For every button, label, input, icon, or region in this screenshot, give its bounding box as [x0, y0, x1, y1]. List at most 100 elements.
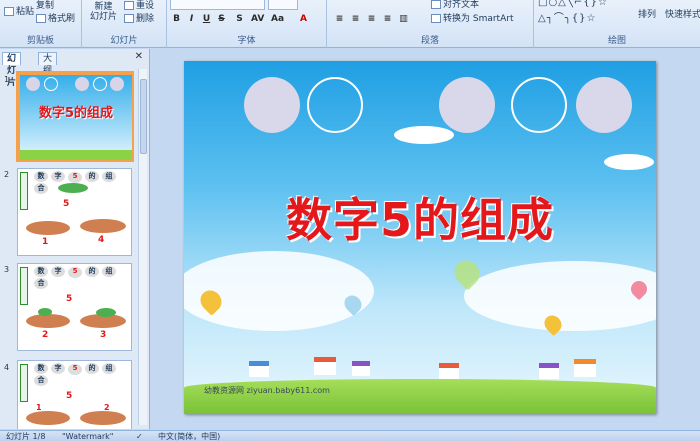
current-slide[interactable]: 数字5的组成 幼教资源网 ziyuan.baby611.com: [184, 61, 656, 414]
placeholder-circle: [511, 77, 567, 133]
new-slide-button[interactable]: 新建 幻灯片: [90, 2, 117, 22]
thumb-header-char: 数: [34, 266, 48, 277]
delete-icon: [124, 14, 134, 23]
thumb-circle: [75, 77, 89, 91]
thumb-circle: [26, 77, 40, 91]
placeholder-circle: [244, 77, 300, 133]
arrange-button[interactable]: 排列: [638, 7, 656, 20]
thumb-grapes: [96, 308, 116, 317]
shadow-icon[interactable]: S: [233, 13, 246, 25]
theme-name: "Watermark": [62, 432, 114, 441]
thumb-number: 4: [4, 363, 10, 372]
thumb-plate-left: [26, 314, 70, 328]
placeholder-circle: [307, 77, 363, 133]
thumb-center-number: 5: [66, 391, 73, 401]
char-spacing-icon[interactable]: AV: [251, 13, 264, 25]
reset-button[interactable]: 重设: [124, 0, 154, 11]
delete-button[interactable]: 删除: [124, 11, 154, 24]
thumb-center-number: 5: [66, 294, 73, 304]
shapes-gallery-row2[interactable]: △┐⌒╮{}☆: [538, 9, 596, 24]
thumb-sidebar-box: [20, 267, 28, 305]
thumb-header-char: 的: [85, 171, 99, 182]
thumb-1-canvas: 数字5的组成: [20, 75, 132, 160]
font-group-label: 字体: [237, 36, 256, 46]
thumb-header-char: 5: [68, 364, 82, 375]
paragraph-group: 对齐文本 转换为 SmartArt ≡ ≡ ≡ ≡ ▥ 段落: [327, 0, 534, 48]
cloud: [604, 154, 654, 170]
thumb-header-char: 组: [102, 266, 116, 277]
font-color-icon[interactable]: A: [297, 13, 310, 25]
slide-thumb-1[interactable]: 数字5的组成: [16, 71, 134, 162]
thumb-left-number: 1: [42, 237, 49, 247]
shapes-gallery-icon: □○△╲⌐{}☆: [538, 0, 608, 8]
slide-thumb-3[interactable]: 数字 5 的组合 5 2 3: [17, 263, 132, 351]
slide-thumb-2[interactable]: 数字 5 的组合 5 1 4: [17, 168, 132, 256]
copy-button[interactable]: 复制: [36, 0, 54, 11]
align-right-icon[interactable]: ≡: [365, 13, 378, 25]
italic-icon[interactable]: I: [185, 13, 198, 25]
thumb-number: 2: [4, 170, 10, 179]
slides-panel: 幻灯片 大纲 ✕ 1 数字5的组成 2 数字5的组合 5 1 4 3 数: [0, 49, 150, 429]
thumb-sidebar-box: [20, 364, 28, 402]
strikethrough-icon[interactable]: S: [215, 13, 228, 25]
align-left-icon[interactable]: ≡: [333, 13, 346, 25]
thumb-left-number: 2: [42, 330, 49, 340]
thumb-header-char: 的: [85, 363, 99, 374]
thumb-number: 1: [4, 75, 10, 84]
thumb-grapes: [58, 183, 88, 193]
panel-scrollbar[interactable]: [138, 69, 147, 425]
house: [539, 363, 559, 379]
align-text-button[interactable]: 对齐文本: [431, 0, 479, 10]
thumb-grass: [20, 150, 132, 160]
underline-icon[interactable]: U: [200, 13, 213, 25]
watermark-text: 幼教资源网 ziyuan.baby611.com: [204, 386, 330, 395]
thumb-sidebar-box: [20, 172, 28, 210]
format-painter-button[interactable]: 格式刷: [36, 11, 75, 24]
panel-scroll-thumb[interactable]: [140, 79, 147, 154]
thumb-center-number: 5: [63, 199, 70, 209]
tab-outline[interactable]: 大纲: [38, 52, 58, 76]
thumb-plate-left: [26, 221, 70, 235]
font-size-box[interactable]: [268, 0, 298, 10]
align-center-icon[interactable]: ≡: [349, 13, 362, 25]
change-case-icon[interactable]: Aa: [271, 13, 284, 25]
shapes-gallery[interactable]: □○△╲⌐{}☆: [538, 0, 608, 8]
columns-icon[interactable]: ▥: [397, 13, 410, 25]
language[interactable]: 中文(简体，中国): [158, 431, 220, 442]
thumb-header-char: 合: [34, 278, 48, 289]
smartart-icon: [431, 14, 441, 23]
thumb-right-number: 3: [100, 330, 107, 340]
thumb-circle: [110, 77, 124, 91]
status-bar: 幻灯片 1/8 "Watermark" ✓ 中文(简体，中国): [0, 430, 700, 441]
house: [574, 359, 596, 377]
font-name-box[interactable]: [170, 0, 265, 10]
slide-thumb-4[interactable]: 数字 5 的组合 5 1 2: [17, 360, 132, 429]
close-icon[interactable]: ✕: [135, 51, 143, 62]
brush-icon: [36, 14, 46, 23]
thumb-right-number: 2: [104, 403, 110, 412]
tab-slides[interactable]: 幻灯片: [2, 52, 22, 88]
convert-smartart-button[interactable]: 转换为 SmartArt: [431, 11, 513, 24]
thumb-circle: [44, 77, 58, 91]
justify-icon[interactable]: ≡: [381, 13, 394, 25]
drawing-group: □○△╲⌐{}☆ △┐⌒╮{}☆ 排列 快速样式 绘图: [534, 0, 700, 48]
placeholder-circle: [439, 77, 495, 133]
slide-title[interactable]: 数字5的组成: [184, 184, 656, 250]
spellcheck-icon[interactable]: ✓: [136, 431, 143, 442]
placeholder-circle: [576, 77, 632, 133]
cloud: [394, 126, 454, 144]
thumb-grapes: [38, 308, 52, 316]
slide-count: 幻灯片 1/8: [6, 432, 46, 441]
thumb-header-row: 数字 5 的组合: [34, 363, 131, 386]
thumb-header-char: 5: [68, 267, 82, 278]
thumb-header-char: 合: [34, 183, 48, 194]
ribbon: 粘贴 复制 格式刷 剪贴板 新建 幻灯片 重设 删除 幻灯片 B I U S S…: [0, 0, 700, 48]
house: [314, 357, 336, 375]
quick-styles-button[interactable]: 快速样式: [665, 7, 700, 20]
thumb-header-char: 组: [102, 171, 116, 182]
bold-icon[interactable]: B: [170, 13, 183, 25]
paste-button[interactable]: 粘贴: [4, 4, 34, 17]
house: [439, 363, 459, 379]
clipboard-group: 粘贴 复制 格式刷 剪贴板: [0, 0, 82, 48]
thumb-header-char: 数: [34, 363, 48, 374]
